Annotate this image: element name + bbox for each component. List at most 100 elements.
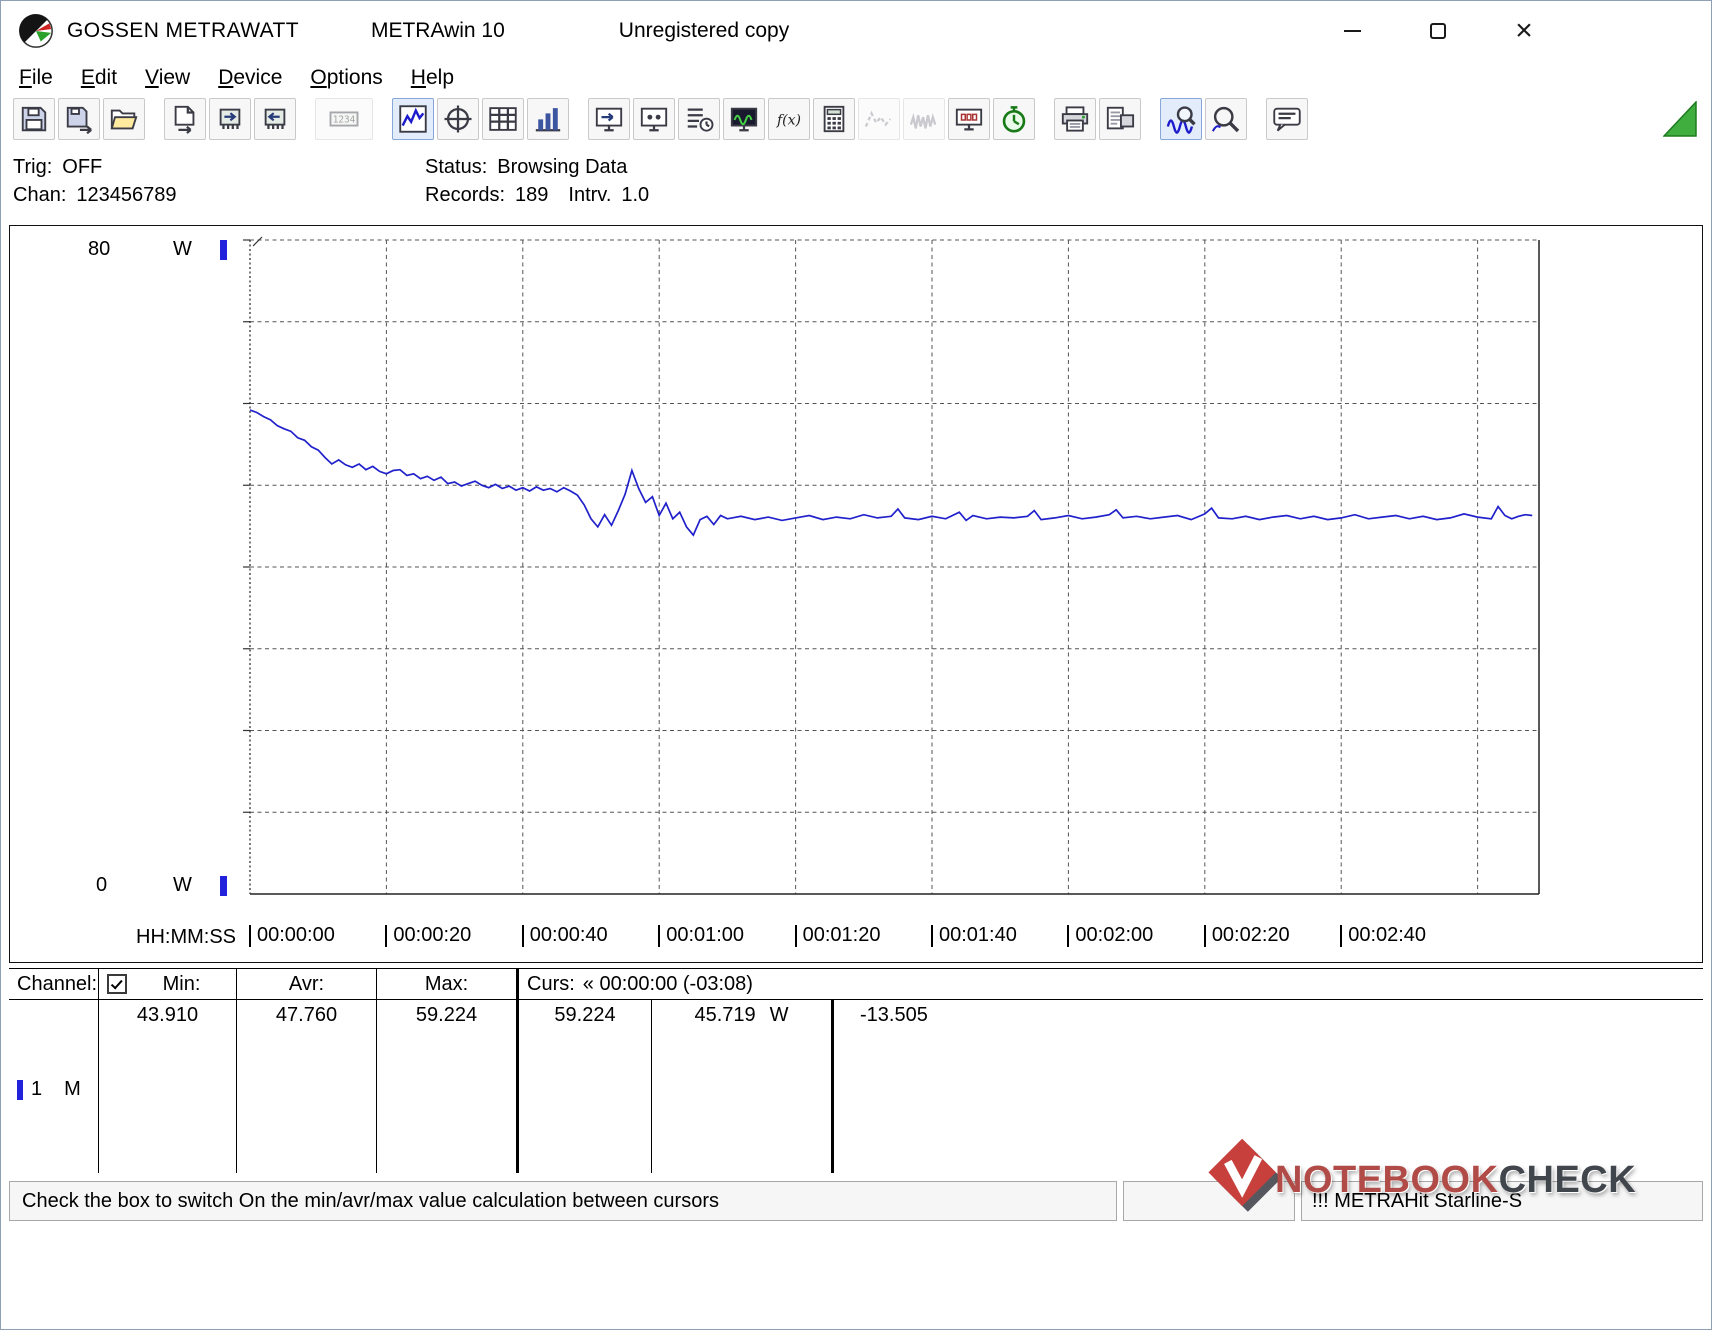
zoom-wave-icon bbox=[1166, 106, 1196, 134]
header-max: Max: bbox=[376, 969, 516, 999]
x-axis-tick: 00:02:00 bbox=[1067, 924, 1153, 947]
export-file-button[interactable] bbox=[164, 98, 206, 140]
maximize-button[interactable] bbox=[1405, 9, 1471, 53]
transfer-button[interactable] bbox=[588, 98, 630, 140]
x-axis-tick-mark bbox=[1340, 924, 1343, 947]
x-axis-tick: 00:02:20 bbox=[1203, 924, 1290, 947]
records-line: Records: 189 Intrv. 1.0 bbox=[425, 181, 655, 209]
trigger-value: OFF bbox=[62, 156, 103, 178]
status-line: Status: Browsing Data bbox=[425, 153, 655, 181]
page-export-icon bbox=[174, 105, 195, 134]
cursors-value: « 00:00:00 (-03:08) bbox=[582, 972, 753, 995]
printer-preview-icon bbox=[1106, 106, 1135, 130]
meter-display-button[interactable] bbox=[948, 98, 990, 140]
menu-edit[interactable]: Edit bbox=[67, 64, 131, 92]
y-axis-unit-top: W bbox=[173, 238, 192, 260]
minimize-icon bbox=[1343, 30, 1361, 32]
cursor-1-value: 59.224 bbox=[516, 1000, 651, 1173]
save-button[interactable] bbox=[13, 98, 55, 140]
note-button[interactable] bbox=[1266, 98, 1308, 140]
status-value: Browsing Data bbox=[497, 156, 628, 178]
x-axis-tick-label: 00:01:20 bbox=[802, 924, 881, 946]
formula-button[interactable]: f(x) bbox=[768, 98, 810, 140]
channel-1-marker-top bbox=[220, 240, 227, 260]
title-bar: GOSSEN METRAWATT METRAwin 10 Unregistere… bbox=[1, 1, 1711, 61]
zoom-button[interactable] bbox=[1205, 98, 1247, 140]
window-controls: × bbox=[1319, 9, 1557, 53]
toolbar: 1234 f(x) bbox=[1, 95, 1711, 143]
min-value: 43.910 bbox=[98, 1000, 236, 1173]
menu-help[interactable]: Help bbox=[397, 64, 468, 92]
table-view-button[interactable] bbox=[482, 98, 524, 140]
gossen-metrawatt-logo-icon bbox=[19, 14, 53, 48]
trend-view-button[interactable] bbox=[392, 98, 434, 140]
floppy-export-icon bbox=[66, 106, 92, 134]
close-icon: × bbox=[1515, 14, 1533, 47]
timer-button[interactable] bbox=[993, 98, 1035, 140]
x-axis-format-label: HH:MM:SS bbox=[136, 926, 236, 948]
calc-between-cursors-checkbox[interactable] bbox=[107, 974, 127, 994]
trigger-status: Trig: OFF bbox=[13, 153, 182, 181]
menu-options[interactable]: Options bbox=[296, 64, 396, 92]
print-button[interactable] bbox=[1054, 98, 1096, 140]
wave-dense-icon bbox=[909, 112, 937, 129]
cursor-2-value-cell: 45.719 W bbox=[651, 1000, 831, 1173]
x-axis-tick: 00:00:40 bbox=[521, 924, 608, 947]
monitor-wave-icon bbox=[730, 107, 758, 132]
header-min-cell: Min: bbox=[98, 969, 236, 999]
interval-label: Intrv. bbox=[568, 184, 612, 206]
menu-view[interactable]: View bbox=[131, 64, 204, 92]
x-axis: HH:MM:SS 00:00:00 00:00:20 00:00:40 00:01:0… bbox=[10, 918, 1702, 962]
x-axis-tick-mark bbox=[794, 924, 797, 947]
signal-dense-button[interactable] bbox=[903, 98, 945, 140]
menu-file[interactable]: File bbox=[5, 64, 67, 92]
channel-id-cell: 1 M bbox=[9, 1000, 98, 1173]
interval-value: 1.0 bbox=[621, 184, 650, 206]
max-value: 59.224 bbox=[376, 1000, 516, 1173]
x-axis-tick-label: 00:02:00 bbox=[1075, 924, 1154, 946]
signal-sparse-button[interactable] bbox=[858, 98, 900, 140]
svg-text:f(x): f(x) bbox=[776, 113, 801, 129]
records-value: 189 bbox=[515, 184, 549, 206]
bars-icon bbox=[535, 108, 561, 132]
toolbar-corner-grip[interactable] bbox=[1663, 101, 1697, 137]
device-config-button[interactable] bbox=[633, 98, 675, 140]
x-axis-tick: 00:01:00 bbox=[658, 924, 744, 947]
header-channel: Channel: bbox=[17, 972, 98, 995]
menu-bar: File Edit View Device Options Help bbox=[1, 61, 1711, 95]
print-preview-button[interactable] bbox=[1099, 98, 1141, 140]
window-title-brand: GOSSEN METRAWATT bbox=[67, 19, 299, 42]
zoom-icon bbox=[1211, 106, 1240, 133]
values-table-header: Channel: Min: Avr: Max: Curs: « 00:00:00… bbox=[9, 969, 1703, 1000]
y-axis-max-label: 80 bbox=[88, 238, 111, 260]
schedule-button[interactable] bbox=[678, 98, 720, 140]
menu-device[interactable]: Device bbox=[204, 64, 296, 92]
chart-plot[interactable] bbox=[10, 226, 1704, 964]
write-device-button[interactable] bbox=[254, 98, 296, 140]
close-button[interactable]: × bbox=[1491, 9, 1557, 53]
resize-grip-icon bbox=[1663, 101, 1697, 137]
watermark-notebook: NOTEBOOK bbox=[1275, 1158, 1499, 1201]
checkmark-icon bbox=[110, 977, 123, 990]
channel-mode: M bbox=[64, 1078, 81, 1100]
calculator-button[interactable] bbox=[813, 98, 855, 140]
bar-view-button[interactable] bbox=[527, 98, 569, 140]
zoom-curve-button[interactable] bbox=[1160, 98, 1202, 140]
acquisition-info: Trig: OFF Chan: 123456789 Status: Browsing … bbox=[1, 143, 1711, 223]
list-clock-icon bbox=[687, 108, 714, 132]
read-device-button[interactable] bbox=[209, 98, 251, 140]
window-title-status: Unregistered copy bbox=[618, 19, 790, 42]
note-icon bbox=[1273, 107, 1301, 132]
open-button[interactable] bbox=[103, 98, 145, 140]
monitor-button[interactable] bbox=[723, 98, 765, 140]
numeric-display-button[interactable]: 1234 bbox=[315, 98, 373, 140]
xy-view-button[interactable] bbox=[437, 98, 479, 140]
x-axis-tick-label: 00:01:00 bbox=[666, 924, 745, 946]
x-axis-tick-mark bbox=[1067, 924, 1070, 947]
meter-icon bbox=[955, 108, 983, 131]
channel-label: Chan: bbox=[13, 184, 67, 206]
minimize-button[interactable] bbox=[1319, 9, 1385, 53]
x-axis-tick-label: 00:00:00 bbox=[257, 924, 335, 946]
x-axis-tick-label: 00:00:40 bbox=[529, 924, 608, 946]
export-save-button[interactable] bbox=[58, 98, 100, 140]
